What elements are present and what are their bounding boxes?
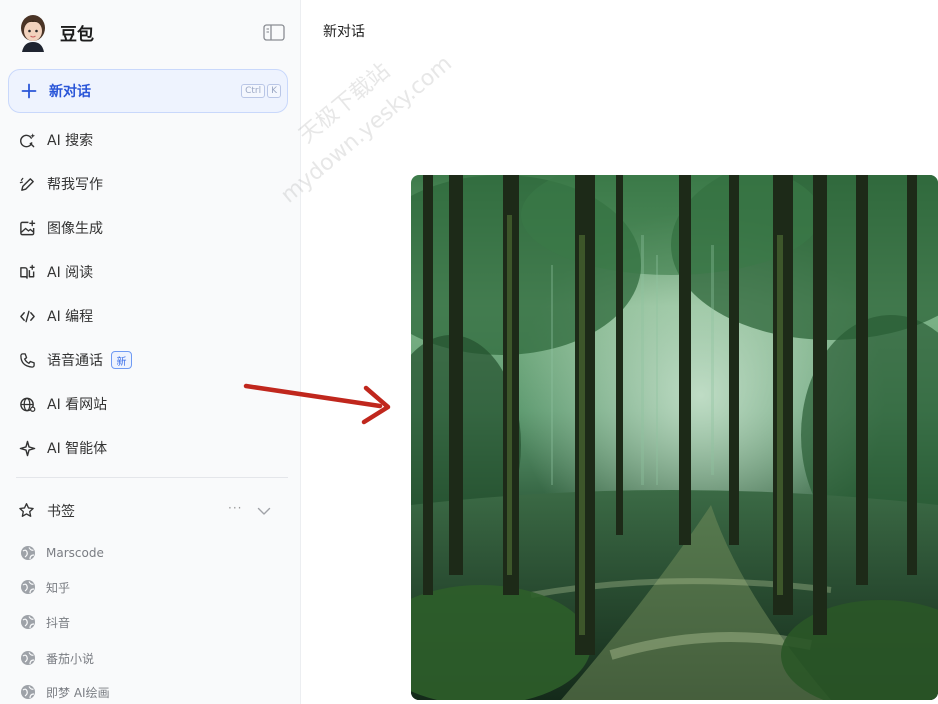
star-icon <box>18 502 36 520</box>
globe-icon <box>21 685 35 699</box>
nav-item-ai-reading[interactable]: AI 阅读 <box>18 258 288 286</box>
pen-icon <box>18 175 36 193</box>
bookmarks-header[interactable]: 书签 ··· <box>18 497 280 525</box>
annotation-arrow <box>243 383 391 425</box>
globe-icon <box>18 395 36 413</box>
generated-image[interactable] <box>411 175 938 700</box>
bookmark-item[interactable]: 番茄小说 <box>20 646 280 670</box>
nav-label: 帮我写作 <box>47 177 103 193</box>
nav-item-image-gen[interactable]: 图像生成 <box>18 214 288 242</box>
shortcut-hint: Ctrl K <box>241 84 281 98</box>
bookmark-item[interactable]: Marscode <box>20 541 280 565</box>
globe-icon <box>21 615 35 629</box>
nav-label: AI 智能体 <box>47 441 108 457</box>
bookmark-item[interactable]: 知乎 <box>20 575 280 599</box>
bookmark-label: 即梦 AI绘画 <box>46 685 110 700</box>
book-icon <box>18 263 36 281</box>
brand[interactable]: 豆包 <box>18 12 94 52</box>
sparkle-icon <box>18 439 36 457</box>
nav-item-voice-call[interactable]: 语音通话 新 <box>18 346 288 374</box>
globe-icon <box>21 651 35 665</box>
globe-icon <box>21 546 35 560</box>
nav-label: AI 搜索 <box>47 133 94 149</box>
new-badge: 新 <box>111 351 132 369</box>
bookmark-item[interactable]: 抖音 <box>20 610 280 634</box>
code-icon <box>18 307 36 325</box>
search-spark-icon <box>18 131 36 149</box>
phone-icon <box>18 351 36 369</box>
nav-label: AI 看网站 <box>47 397 108 413</box>
chat-title: 新对话 <box>323 24 365 40</box>
new-chat-label: 新对话 <box>49 84 91 100</box>
sidebar: 豆包 新对话 Ctrl K AI 搜索 帮我写作 图像生成 AI 阅读 AI 编… <box>0 0 301 704</box>
app-name: 豆包 <box>60 24 94 45</box>
shortcut-key-k: K <box>267 84 281 98</box>
sidebar-divider <box>16 477 288 478</box>
bookmark-label: 知乎 <box>46 580 71 595</box>
nav-label: AI 阅读 <box>47 265 94 281</box>
avatar <box>21 15 45 52</box>
plus-icon <box>21 83 37 99</box>
bookmark-item[interactable]: 即梦 AI绘画 <box>20 680 280 704</box>
nav-item-ai-coding[interactable]: AI 编程 <box>18 302 288 330</box>
new-chat-button[interactable]: 新对话 Ctrl K <box>8 69 288 113</box>
shortcut-key-ctrl: Ctrl <box>241 84 266 98</box>
image-plus-icon <box>18 219 36 237</box>
nav-item-writing[interactable]: 帮我写作 <box>18 170 288 198</box>
sidebar-collapse-icon[interactable] <box>263 24 285 41</box>
bookmark-label: 抖音 <box>46 615 71 630</box>
bookmark-label: 番茄小说 <box>46 651 95 666</box>
nav-item-ai-search[interactable]: AI 搜索 <box>18 126 288 154</box>
globe-icon <box>21 580 35 594</box>
nav-label: 图像生成 <box>47 221 103 237</box>
bookmarks-title: 书签 <box>47 504 75 520</box>
bookmark-label: Marscode <box>46 546 104 560</box>
bookmarks-more-button[interactable]: ··· <box>228 501 242 515</box>
nav-item-ai-agent[interactable]: AI 智能体 <box>18 434 288 462</box>
nav-label: 语音通话 <box>47 353 103 369</box>
nav-label: AI 编程 <box>47 309 94 325</box>
chevron-down-icon[interactable] <box>256 503 272 519</box>
